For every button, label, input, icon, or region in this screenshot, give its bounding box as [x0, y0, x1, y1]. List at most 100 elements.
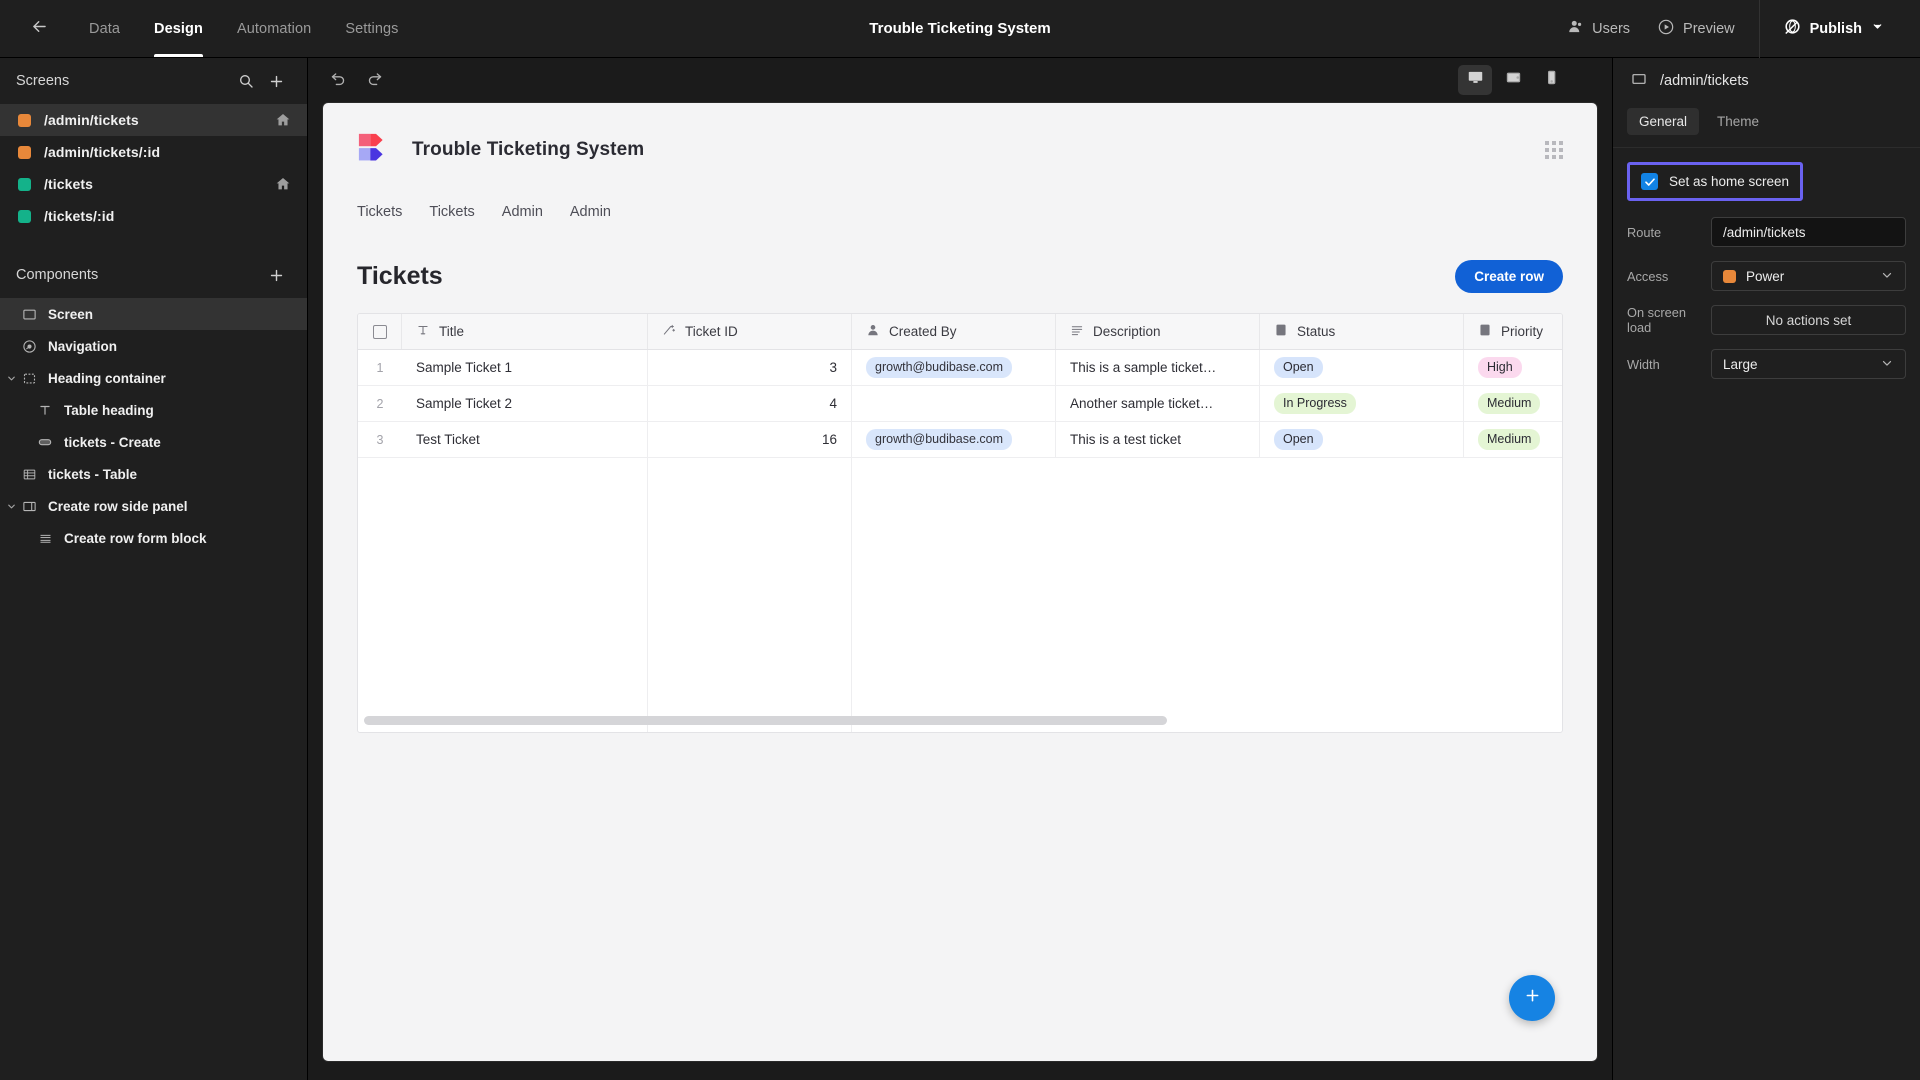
add-screen-plus-icon[interactable] — [263, 68, 289, 94]
screen-color-swatch — [18, 145, 31, 159]
column-header-created-by[interactable]: Created By — [852, 314, 1056, 349]
column-header-title[interactable]: Title — [402, 314, 648, 349]
component-label: Create row form block — [64, 530, 207, 546]
cell-description[interactable]: This is a test ticket — [1056, 422, 1260, 457]
budibase-logo-icon — [357, 131, 395, 169]
status-badge: In Progress — [1274, 393, 1356, 414]
set-as-home-screen-checkbox[interactable] — [1641, 173, 1658, 190]
cell-ticket-id[interactable]: 3 — [648, 350, 852, 385]
side-panel-icon — [18, 499, 40, 514]
users-label: Users — [1592, 20, 1631, 37]
tab-settings[interactable]: Settings — [328, 0, 415, 57]
tab-general[interactable]: General — [1627, 108, 1700, 135]
app-nav-link-admin-2[interactable]: Admin — [570, 204, 611, 220]
column-header-description[interactable]: Description — [1056, 314, 1260, 349]
field-label-on-screen-load: On screen load — [1627, 305, 1687, 335]
component-screen[interactable]: Screen — [0, 298, 307, 330]
width-select[interactable]: Large — [1711, 349, 1906, 379]
tab-automation-label: Automation — [236, 20, 312, 37]
route-input[interactable]: /admin/tickets — [1711, 217, 1906, 247]
preview-button[interactable]: Preview — [1644, 12, 1749, 46]
search-icon[interactable] — [233, 68, 259, 94]
sidebar-screen-tickets-id[interactable]: /tickets/:id — [0, 200, 307, 232]
status-badge: Open — [1274, 357, 1323, 378]
screen-icon — [1631, 71, 1647, 92]
set-as-home-screen-highlight: Set as home screen — [1627, 162, 1804, 201]
tab-design[interactable]: Design — [137, 0, 220, 57]
component-heading-container[interactable]: Heading container — [0, 362, 307, 394]
table-horizontal-scrollbar[interactable] — [364, 716, 1562, 725]
tab-data[interactable]: Data — [72, 0, 137, 57]
field-on-screen-load: On screen load No actions set — [1627, 305, 1906, 335]
column-header-label: Created By — [889, 324, 957, 339]
cell-priority[interactable]: High — [1464, 350, 1562, 385]
undo-button[interactable] — [322, 65, 354, 95]
chevron-down-icon[interactable] — [4, 501, 18, 512]
table-row[interactable]: 3 Test Ticket 16 growth@budibase.com Thi… — [358, 422, 1562, 458]
tab-theme[interactable]: Theme — [1705, 108, 1771, 135]
top-bar: Data Design Automation Settings Trouble … — [0, 0, 1920, 58]
column-header-status[interactable]: Status — [1260, 314, 1464, 349]
component-navigation[interactable]: Navigation — [0, 330, 307, 362]
button-icon — [34, 434, 56, 450]
tab-automation[interactable]: Automation — [220, 0, 328, 57]
column-header-priority[interactable]: Priority — [1464, 314, 1562, 349]
publish-button[interactable]: Publish — [1770, 11, 1898, 46]
longform-icon — [1070, 323, 1084, 340]
cell-title[interactable]: Test Ticket — [402, 422, 648, 457]
app-nav-link-tickets-1[interactable]: Tickets — [357, 204, 402, 220]
table-row[interactable]: 2 Sample Ticket 2 4 Another sample ticke… — [358, 386, 1562, 422]
component-create-row-form-block[interactable]: Create row form block — [0, 522, 307, 554]
app-nav-link-admin-1[interactable]: Admin — [502, 204, 543, 220]
redo-button[interactable] — [358, 65, 390, 95]
access-value: Power — [1746, 268, 1785, 284]
cell-status[interactable]: In Progress — [1260, 386, 1464, 421]
device-desktop-button[interactable] — [1458, 65, 1492, 95]
cell-title[interactable]: Sample Ticket 1 — [402, 350, 648, 385]
screen-icon — [18, 307, 40, 322]
cell-ticket-id[interactable]: 16 — [648, 422, 852, 457]
cell-priority[interactable]: Medium — [1464, 422, 1562, 457]
create-row-button[interactable]: Create row — [1455, 260, 1563, 293]
component-tickets-table[interactable]: tickets - Table — [0, 458, 307, 490]
on-screen-load-button[interactable]: No actions set — [1711, 305, 1906, 335]
add-component-plus-icon[interactable] — [263, 262, 289, 288]
cell-created-by[interactable]: growth@budibase.com — [852, 422, 1056, 457]
checkbox-icon[interactable] — [372, 324, 387, 339]
component-tickets-create[interactable]: tickets - Create — [0, 426, 307, 458]
cell-ticket-id[interactable]: 4 — [648, 386, 852, 421]
container-icon — [18, 371, 40, 386]
scrollbar-thumb[interactable] — [364, 716, 1167, 725]
sidebar-screen-tickets[interactable]: /tickets — [0, 168, 307, 200]
device-preview-group — [1458, 65, 1598, 95]
chevron-down-icon[interactable] — [4, 373, 18, 384]
screens-panel-header: Screens — [0, 58, 307, 104]
cell-created-by[interactable] — [852, 386, 1056, 421]
cell-description[interactable]: This is a sample ticket… — [1056, 350, 1260, 385]
cell-description[interactable]: Another sample ticket… — [1056, 386, 1260, 421]
device-tablet-button[interactable] — [1496, 65, 1530, 95]
column-header-ticket-id[interactable]: Ticket ID — [648, 314, 852, 349]
row-number: 3 — [376, 432, 384, 447]
cell-status[interactable]: Open — [1260, 422, 1464, 457]
cell-priority[interactable]: Medium — [1464, 386, 1562, 421]
sidebar-screen-admin-tickets-id[interactable]: /admin/tickets/:id — [0, 136, 307, 168]
access-select[interactable]: Power — [1711, 261, 1906, 291]
app-grid-icon[interactable] — [1545, 141, 1563, 159]
component-table-heading[interactable]: Table heading — [0, 394, 307, 426]
table-row[interactable]: 1 Sample Ticket 1 3 growth@budibase.com … — [358, 350, 1562, 386]
component-create-row-side-panel[interactable]: Create row side panel — [0, 490, 307, 522]
cell-status[interactable]: Open — [1260, 350, 1464, 385]
app-nav-link-tickets-2[interactable]: Tickets — [429, 204, 474, 220]
cell-created-by[interactable]: growth@budibase.com — [852, 350, 1056, 385]
sidebar-screen-admin-tickets[interactable]: /admin/tickets — [0, 104, 307, 136]
device-mobile-button[interactable] — [1534, 65, 1568, 95]
select-all-header[interactable] — [358, 314, 402, 349]
cell-title[interactable]: Sample Ticket 2 — [402, 386, 648, 421]
back-button[interactable] — [22, 12, 56, 46]
users-button[interactable]: Users — [1554, 12, 1644, 45]
home-icon — [275, 176, 291, 192]
status-badge: Open — [1274, 429, 1323, 450]
add-floating-action-button[interactable] — [1509, 975, 1555, 1021]
component-label: Screen — [48, 306, 94, 322]
